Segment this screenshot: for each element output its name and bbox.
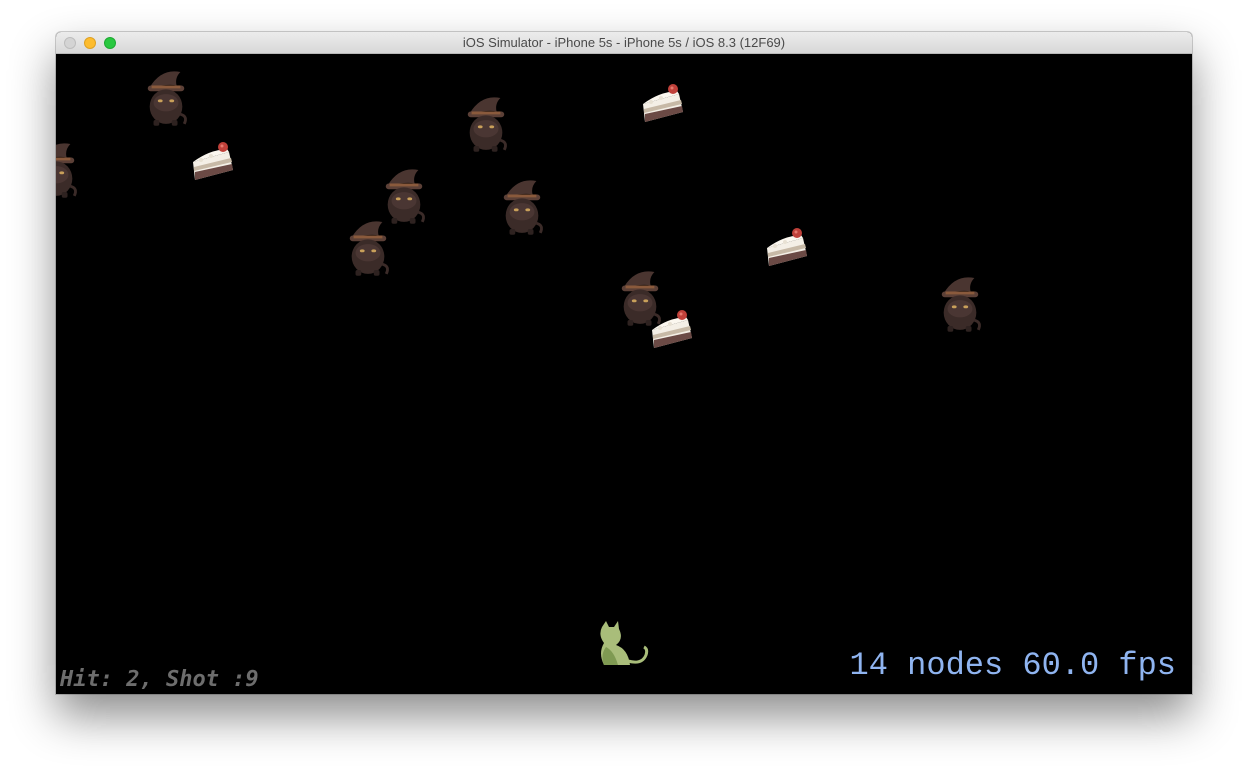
debug-stats: 14 nodes 60.0 fps (850, 647, 1176, 684)
node-count: 14 nodes (849, 647, 1004, 684)
window-titlebar[interactable]: iOS Simulator - iPhone 5s - iPhone 5s / … (56, 32, 1192, 54)
fps-counter: 60.0 fps (1022, 647, 1176, 684)
cake-slice-icon (189, 140, 237, 186)
game-scene[interactable]: Hit: 2, Shot :9 14 nodes 60.0 fps (56, 54, 1192, 694)
score-label: Hit: 2, Shot :9 (60, 667, 259, 692)
witch-cat-icon (142, 66, 190, 128)
window-title: iOS Simulator - iPhone 5s - iPhone 5s / … (462, 35, 786, 50)
witch-cat-icon (936, 272, 984, 334)
cake-slice-icon (639, 82, 687, 128)
witch-cat-icon (344, 216, 392, 278)
witch-cat-icon (498, 175, 546, 237)
green-cat-icon[interactable] (594, 621, 650, 671)
simulator-window: iOS Simulator - iPhone 5s - iPhone 5s / … (56, 32, 1192, 694)
witch-cat-icon (462, 92, 510, 154)
witch-cat-icon (56, 138, 80, 200)
cake-slice-icon (648, 308, 696, 354)
cake-slice-icon (763, 226, 811, 272)
